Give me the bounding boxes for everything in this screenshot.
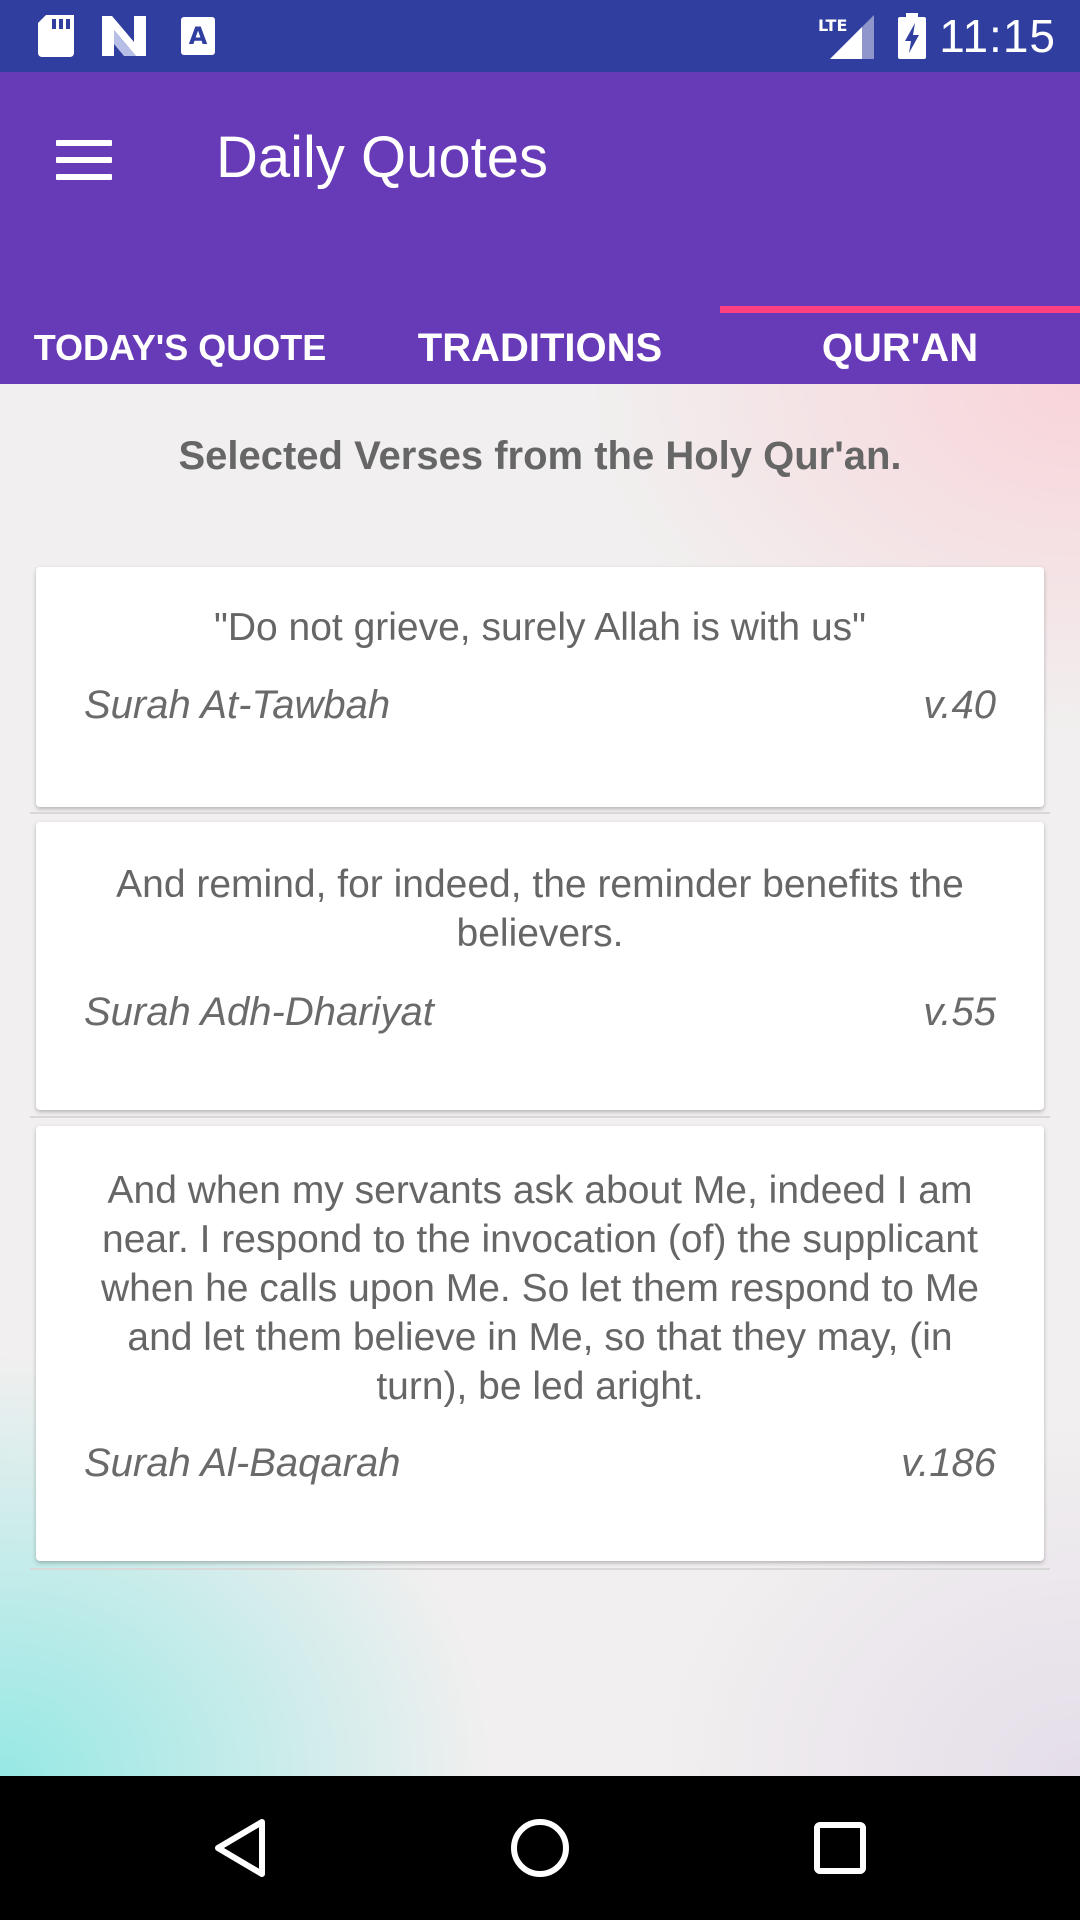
tab-indicator [720,306,1080,313]
verse-card[interactable]: And remind, for indeed, the reminder ben… [36,822,1044,1110]
verse-quote: "Do not grieve, surely Allah is with us" [214,606,866,649]
app-bar: Daily Quotes TODAY'S QUOTE TRADITIONS QU… [0,72,1080,384]
tab-bar: TODAY'S QUOTE TRADITIONS QUR'AN [0,312,1080,384]
divider [30,1116,1050,1118]
status-bar: A LTE 11:15 [0,0,1080,72]
n-logo-icon [102,14,146,58]
status-time: 11:15 [939,10,1056,62]
hamburger-menu-icon[interactable] [36,112,132,208]
back-icon[interactable] [180,1800,300,1896]
battery-charging-icon [896,13,928,59]
verses-list: Selected Verses from the Holy Qur'an. "D… [0,384,1080,1776]
verse-surah: Surah Adh-Dhariyat [84,990,434,1034]
verse-number: v.40 [923,683,996,727]
svg-text:A: A [189,22,208,50]
verse-quote: And when my servants ask about Me, indee… [101,1169,979,1408]
verse-card[interactable]: "Do not grieve, surely Allah is with us"… [36,567,1044,807]
sd-card-icon [34,14,78,58]
recents-icon[interactable] [780,1800,900,1896]
app-title: Daily Quotes [216,125,549,190]
verse-number: v.186 [901,1441,996,1485]
verse-surah: Surah Al-Baqarah [84,1441,401,1485]
tab-quran[interactable]: QUR'AN [720,312,1080,384]
page-subtitle: Selected Verses from the Holy Qur'an. [178,434,902,478]
verse-surah: Surah At-Tawbah [84,683,391,727]
navigation-bar [0,1776,1080,1920]
text-a-icon: A [176,14,220,58]
home-icon[interactable] [480,1800,600,1896]
verse-number: v.55 [923,990,996,1034]
verse-quote: And remind, for indeed, the reminder ben… [116,863,964,955]
tab-traditions[interactable]: TRADITIONS [360,312,720,384]
divider [30,1568,1050,1570]
tab-todays-quote[interactable]: TODAY'S QUOTE [0,312,360,384]
svg-text:LTE: LTE [818,16,847,35]
divider [30,812,1050,814]
verse-card[interactable]: And when my servants ask about Me, indee… [36,1126,1044,1561]
lte-signal-icon: LTE [818,14,874,59]
